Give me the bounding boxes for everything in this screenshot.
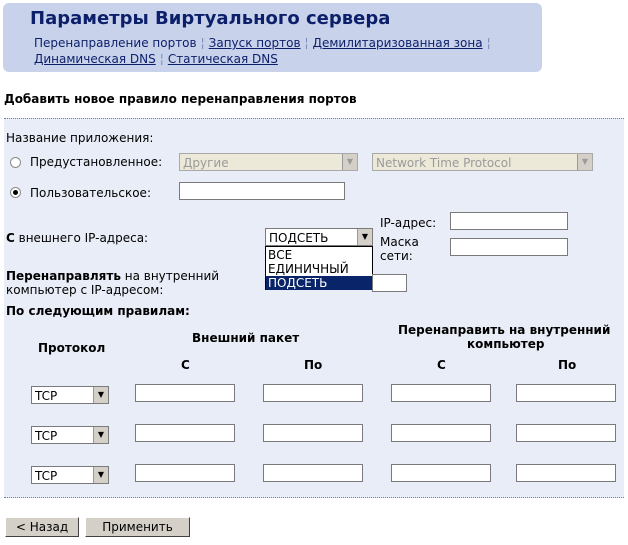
chevron-down-icon: ▼ [93,387,108,403]
nav-dynamic-dns[interactable]: Динамическая DNS [34,52,156,66]
nav-port-trigger[interactable]: Запуск портов [209,36,301,50]
back-button[interactable]: < Назад [5,517,79,537]
forward-label-line2: компьютер с IP-адресом: [6,283,164,297]
nav-dmz[interactable]: Демилитаризованная зона [313,36,483,50]
preset-service-select[interactable]: Network Time Protocol ▼ [372,153,593,171]
protocol-select[interactable]: TCP ▼ [31,466,109,484]
external-port-from-input[interactable] [135,464,235,482]
external-port-from-input[interactable] [135,384,235,402]
external-to-header: По [304,358,323,372]
dropdown-option-subnet[interactable]: ПОДСЕТЬ [266,276,372,290]
nav-separator: ¦ [159,52,164,66]
internal-port-from-input[interactable] [391,464,491,482]
external-port-to-input[interactable] [263,464,363,482]
internal-port-from-input[interactable] [391,424,491,442]
mask-label: Маска [380,235,419,249]
preset-radio[interactable] [10,157,21,168]
chevron-down-icon: ▼ [93,427,108,443]
external-port-from-input[interactable] [135,424,235,442]
nav-separator: ¦ [486,36,491,50]
protocol-select[interactable]: TCP ▼ [31,386,109,404]
dropdown-option-all[interactable]: ВСЕ [266,248,372,262]
preset-category-select[interactable]: Другие ▼ [179,153,358,171]
internal-to-header: По [558,358,577,372]
chevron-down-icon: ▼ [357,229,372,245]
chevron-down-icon: ▼ [93,467,108,483]
external-from-header: С [181,358,190,372]
internal-from-header: С [437,358,446,372]
internal-header-line2: компьютер [467,337,545,351]
nav-bar: Перенаправление портов ¦ Запуск портов ¦ Дем… [34,36,495,50]
internal-ip-input[interactable] [372,274,407,292]
external-ip-label: С внешнего IP-адреса: [6,231,149,245]
chevron-down-icon: ▼ [342,154,357,170]
nav-port-forwarding[interactable]: Перенаправление портов [34,36,197,50]
protocol-select[interactable]: TCP ▼ [31,426,109,444]
divider [4,118,624,119]
forward-label: Перенаправлять на внутренний [6,269,220,283]
nav-separator: ¦ [200,36,205,50]
external-port-to-input[interactable] [263,384,363,402]
section-title: Добавить новое правило перенаправления п… [4,92,357,106]
external-ip-mode-dropdown: ВСЕ ЕДИНИЧНЫЙ ПОДСЕТЬ [265,246,373,290]
page-title: Параметры Виртуального сервера [30,8,391,29]
internal-port-to-input[interactable] [516,464,616,482]
nav-separator: ¦ [304,36,309,50]
external-port-to-input[interactable] [263,424,363,442]
nav-static-dns[interactable]: Статическая DNS [168,52,278,66]
external-packet-header: Внешний пакет [192,331,300,345]
custom-radio[interactable] [10,187,21,198]
chevron-down-icon: ▼ [577,154,592,170]
rules-label: По следующим правилам: [6,304,190,318]
ip-address-label: IP-адрес: [380,216,437,230]
internal-port-from-input[interactable] [391,384,491,402]
preset-label: Предустановленное: [30,155,163,169]
subnet-mask-input[interactable] [450,238,568,256]
dropdown-option-single[interactable]: ЕДИНИЧНЫЙ [266,262,372,276]
protocol-header: Протокол [38,341,106,355]
mask-label-line2: сети: [380,249,413,263]
apply-button[interactable]: Применить [85,517,190,537]
internal-header: Перенаправить на внутренний [398,323,611,337]
divider [4,497,624,498]
app-name-label: Название приложения: [6,131,154,145]
external-ip-mode-select[interactable]: ПОДСЕТЬ ▼ [265,228,373,246]
internal-port-to-input[interactable] [516,424,616,442]
custom-label: Пользовательское: [30,186,151,200]
nav-bar-row2: Динамическая DNS ¦ Статическая DNS [34,52,282,66]
external-ip-input[interactable] [450,212,568,230]
internal-port-to-input[interactable] [516,384,616,402]
custom-app-name-input[interactable] [179,182,345,200]
